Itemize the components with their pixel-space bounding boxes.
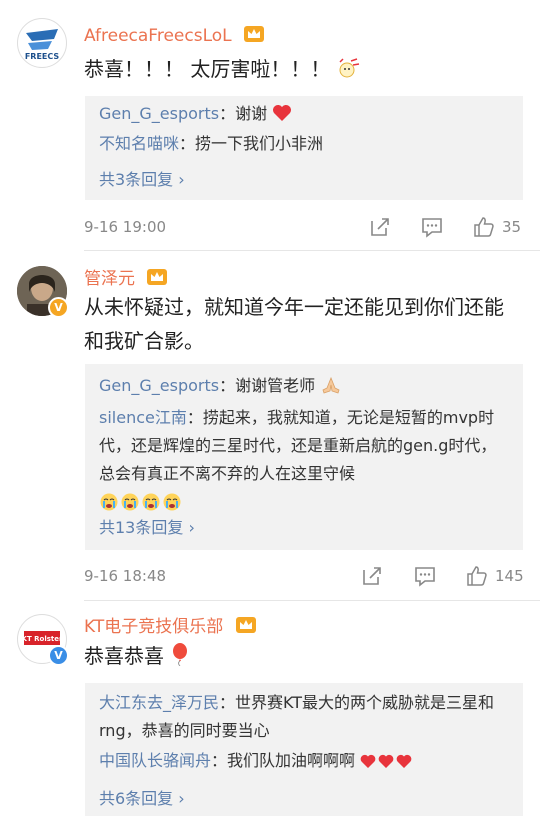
comment-text-content: 恭喜恭喜	[84, 644, 164, 668]
more-replies-link[interactable]: 共6条回复 ›	[99, 785, 185, 809]
balloon-icon	[173, 643, 188, 666]
avatar-logo-text: KT Rolster	[22, 635, 63, 643]
like-icon[interactable]	[465, 564, 489, 588]
comment-footer: 9-16 19:00 35	[84, 213, 526, 241]
crown-icon	[147, 269, 168, 285]
username-text[interactable]: KT电子竞技俱乐部	[84, 617, 223, 637]
reply-author[interactable]: 中国队长骆闻舟	[99, 751, 211, 770]
comment-footer: 9-16 18:48 145	[84, 562, 526, 590]
avatar[interactable]: KT Rolster V	[17, 614, 69, 666]
comment-icon[interactable]	[413, 564, 437, 588]
comment-icon[interactable]	[420, 215, 444, 239]
crying-face-icon	[100, 493, 181, 511]
heart-icon	[360, 754, 412, 768]
heart-icon	[273, 105, 292, 121]
more-replies-link[interactable]: 共3条回复 ›	[99, 166, 185, 190]
comment-text: 从未怀疑过，就知道今年一定还能见到你们还能和我矿合影。	[84, 295, 504, 353]
reply-item: 不知名喵咪：捞一下我们小非洲	[99, 130, 509, 158]
reply-box: Gen_G_esports：谢谢 不知名喵咪：捞一下我们小非洲 共3条回复 ›	[85, 96, 523, 200]
avatar[interactable]: FREECS	[17, 18, 67, 68]
verified-badge-icon: V	[48, 645, 69, 666]
reply-item: silence江南：捞起来，我就知道，无论是短暂的mvp时代，还是辉煌的三星时代…	[99, 404, 509, 512]
crown-icon	[235, 617, 256, 633]
username[interactable]: 管泽元	[84, 264, 168, 289]
username[interactable]: AfreecaFreecsLoL	[84, 24, 265, 46]
reply-author[interactable]: Gen_G_esports	[99, 376, 219, 395]
divider	[84, 250, 540, 251]
reply-box: Gen_G_esports：谢谢管老师 silence江南：捞起来，我就知道，无…	[85, 364, 523, 550]
username-text[interactable]: AfreecaFreecsLoL	[84, 26, 232, 46]
share-icon[interactable]	[368, 215, 392, 239]
reply-author[interactable]: 大江东去_泽万民	[99, 693, 219, 712]
like-count: 35	[502, 218, 522, 236]
reply-author[interactable]: silence江南	[99, 408, 187, 427]
like-icon[interactable]	[472, 215, 496, 239]
more-replies-link[interactable]: 共13条回复 ›	[99, 514, 195, 538]
verified-badge-icon: V	[48, 297, 69, 318]
reply-text: ：我们队加油啊啊啊	[211, 751, 356, 770]
freecs-logo-icon: FREECS	[25, 29, 60, 61]
divider	[84, 600, 540, 601]
avatar-logo-text: FREECS	[25, 52, 60, 61]
comment-text: 恭喜！！！ 太厉害啦！！！	[84, 52, 520, 86]
reply-item: Gen_G_esports：谢谢	[99, 100, 509, 128]
timestamp: 9-16 19:00	[84, 218, 167, 236]
reply-box: 大江东去_泽万民：世界赛KT最大的两个威胁就是三星和rng，恭喜的同时要当心 中…	[85, 683, 523, 816]
crown-icon	[244, 26, 265, 42]
crying-emoji-row	[99, 490, 509, 512]
pray-hands-icon	[322, 376, 340, 394]
like-count: 145	[495, 567, 524, 585]
celebrate-emoji-icon	[339, 58, 359, 78]
reply-item: Gen_G_esports：谢谢管老师	[99, 372, 509, 400]
comment-text-content: 恭喜！！！ 太厉害啦！！！	[84, 57, 331, 81]
username-text[interactable]: 管泽元	[84, 269, 135, 289]
reply-text: ：谢谢	[219, 104, 268, 123]
reply-item: 大江东去_泽万民：世界赛KT最大的两个威胁就是三星和rng，恭喜的同时要当心	[99, 689, 509, 745]
timestamp: 9-16 18:48	[84, 567, 167, 585]
comment-text: 恭喜恭喜	[84, 639, 520, 673]
avatar[interactable]: V	[17, 266, 69, 318]
reply-text: ：捞一下我们小非洲	[179, 134, 324, 153]
reply-item: 中国队长骆闻舟：我们队加油啊啊啊	[99, 747, 509, 775]
reply-author[interactable]: Gen_G_esports	[99, 104, 219, 123]
reply-text: ：谢谢管老师	[219, 376, 316, 395]
share-icon[interactable]	[360, 564, 384, 588]
username[interactable]: KT电子竞技俱乐部	[84, 612, 257, 637]
reply-author[interactable]: 不知名喵咪	[99, 134, 179, 153]
